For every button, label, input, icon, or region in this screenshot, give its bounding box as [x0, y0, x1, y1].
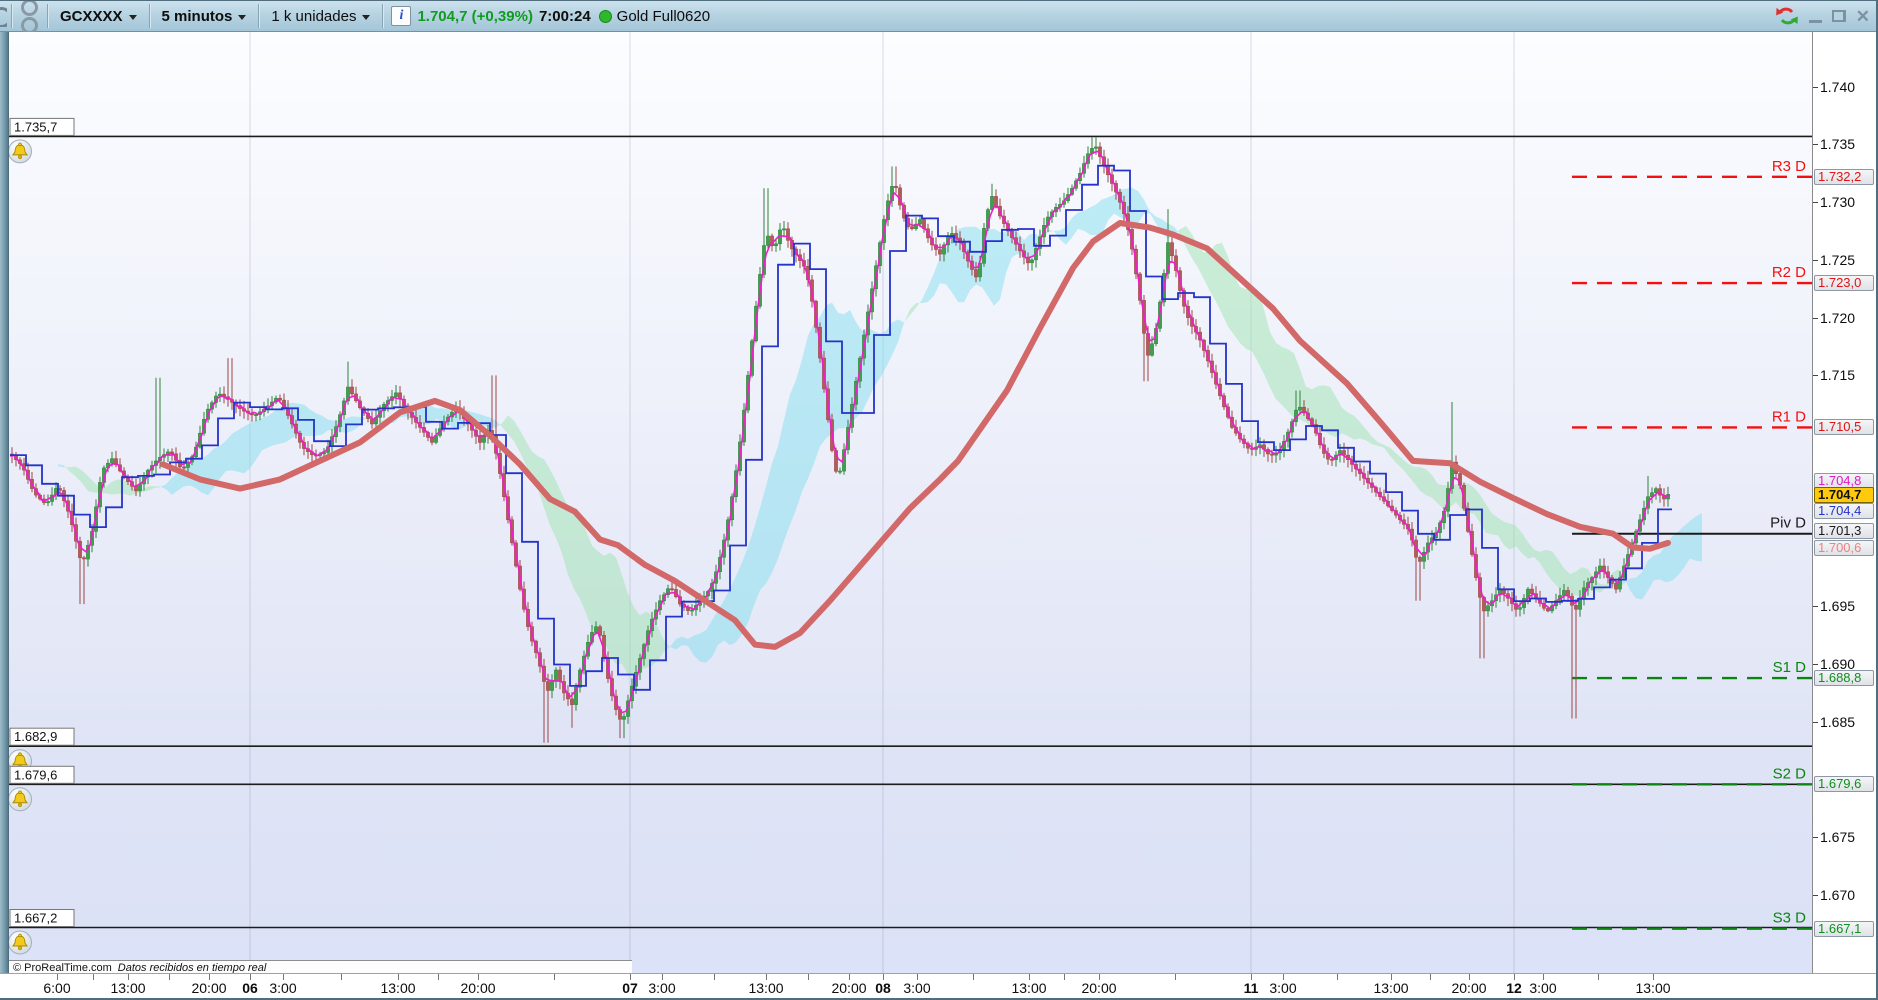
- price-chart-canvas[interactable]: R3 D R2 D R1 D Piv D S1 D S2 D S3 D 1.735,7 1.68…: [0, 1, 1878, 1000]
- time-label: 3:00: [648, 980, 676, 996]
- window-left-frame: [0, 32, 9, 999]
- svg-text:S2 D: S2 D: [1773, 765, 1807, 782]
- price-tick: [1813, 895, 1818, 896]
- time-label: 12: [1506, 980, 1522, 996]
- level-price-tag: 1.704,4: [1814, 503, 1874, 519]
- level-price-tag: 1.701,3: [1814, 523, 1874, 539]
- time-tick: [341, 974, 342, 980]
- time-label: 13:00: [380, 980, 416, 996]
- alarm-bell-icon: [8, 139, 32, 164]
- time-label: 20:00: [1081, 980, 1117, 996]
- price-tick-label: 1.695: [1820, 598, 1856, 614]
- time-label: 13:00: [110, 980, 146, 996]
- time-label: 13:00: [1011, 980, 1047, 996]
- time-label: 3:00: [1529, 980, 1557, 996]
- price-tick: [1813, 664, 1818, 665]
- price-tick: [1813, 606, 1818, 607]
- time-tick: [714, 974, 715, 980]
- price-tick-label: 1.725: [1820, 252, 1856, 268]
- svg-text:1.735,7: 1.735,7: [14, 119, 57, 134]
- price-tick-label: 1.735: [1820, 136, 1856, 152]
- time-label: 20:00: [191, 980, 227, 996]
- price-tick: [1813, 722, 1818, 723]
- price-tick: [1813, 375, 1818, 376]
- time-label: 20:00: [1451, 980, 1487, 996]
- svg-text:1.679,6: 1.679,6: [14, 767, 57, 782]
- time-tick: [1337, 974, 1338, 980]
- time-label: 13:00: [1373, 980, 1409, 996]
- time-label: 13:00: [748, 980, 784, 996]
- time-label: 20:00: [831, 980, 867, 996]
- svg-text:1.682,9: 1.682,9: [14, 729, 57, 744]
- price-tick-label: 1.715: [1820, 367, 1856, 383]
- time-label: 20:00: [460, 980, 496, 996]
- time-label: 3:00: [269, 980, 297, 996]
- time-tick: [1175, 974, 1176, 980]
- level-price-tag: 1.732,2: [1814, 169, 1874, 185]
- level-price-tag: 1.667,1: [1814, 921, 1874, 937]
- time-label: 11: [1243, 980, 1259, 996]
- svg-text:R1 D: R1 D: [1772, 408, 1806, 425]
- svg-text:S3 D: S3 D: [1773, 910, 1807, 927]
- level-price-tag: 1.723,0: [1814, 275, 1874, 291]
- price-tick: [1813, 260, 1818, 261]
- time-tick: [1430, 974, 1431, 980]
- level-price-tag: 1.710,5: [1814, 419, 1874, 435]
- svg-text:Piv D: Piv D: [1770, 515, 1806, 532]
- last-price-tag: 1.704,7: [1814, 487, 1874, 503]
- alarm-bell-icon: [8, 787, 32, 812]
- price-tick-label: 1.720: [1820, 310, 1856, 326]
- price-tick: [1813, 318, 1818, 319]
- time-tick: [438, 974, 439, 980]
- price-axis[interactable]: 1.740 1.735 1.730 1.725 1.720 1.715 1.695 1.690…: [1812, 32, 1876, 973]
- svg-text:1.667,2: 1.667,2: [14, 911, 57, 926]
- price-tick-label: 1.670: [1820, 887, 1856, 903]
- price-tick: [1813, 144, 1818, 145]
- svg-text:R3 D: R3 D: [1772, 158, 1806, 175]
- time-label: 13:00: [1635, 980, 1671, 996]
- time-label: 07: [622, 980, 638, 996]
- time-tick: [169, 974, 170, 980]
- level-price-tag: 1.688,8: [1814, 670, 1874, 686]
- price-tick-label: 1.685: [1820, 714, 1856, 730]
- time-label: 6:00: [43, 980, 71, 996]
- time-tick: [973, 974, 974, 980]
- svg-text:S1 D: S1 D: [1773, 659, 1807, 676]
- price-tick: [1813, 87, 1818, 88]
- time-axis[interactable]: 6:00 13:00 20:00 06 3:00 13:00 20:00 07 3:00 13:0…: [0, 973, 1878, 999]
- alarm-bell-icon: [8, 930, 32, 955]
- price-tick-label: 1.675: [1820, 829, 1856, 845]
- time-tick: [93, 974, 94, 980]
- svg-text:R2 D: R2 D: [1772, 264, 1806, 281]
- chart-window: GCXXXX 5 minutos 1 k unidades i 1.704,7 …: [0, 0, 1878, 1000]
- price-tick-label: 1.740: [1820, 79, 1856, 95]
- time-label: 3:00: [903, 980, 931, 996]
- level-price-tag: 1.679,6: [1814, 776, 1874, 792]
- time-tick: [554, 974, 555, 980]
- time-label: 06: [242, 980, 258, 996]
- time-label: 3:00: [1269, 980, 1297, 996]
- time-label: 08: [875, 980, 891, 996]
- time-tick: [1598, 974, 1599, 980]
- time-tick: [1064, 974, 1065, 980]
- price-tick-label: 1.730: [1820, 194, 1856, 210]
- price-tick: [1813, 837, 1818, 838]
- level-price-tag: 1.700,6: [1814, 540, 1874, 556]
- time-tick: [808, 974, 809, 980]
- price-tick: [1813, 202, 1818, 203]
